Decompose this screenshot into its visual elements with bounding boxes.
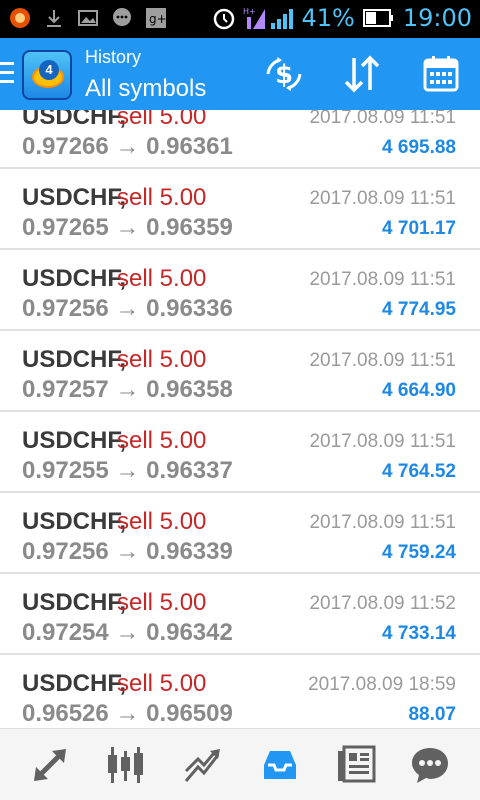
- exchange-icon[interactable]: $: [260, 52, 308, 96]
- trade-symbol: USDCHF,: [22, 508, 127, 535]
- svg-text:H+: H+: [243, 7, 256, 16]
- trade-time: 2017.08.09 11:51: [309, 512, 456, 533]
- trade-prices: 0.97256 → 0.96339: [22, 538, 233, 565]
- clock: 19:00: [402, 4, 472, 32]
- trade-prices: 0.97256 → 0.96336: [22, 295, 233, 322]
- signal-icon: H+: [243, 6, 294, 30]
- trade-history-list[interactable]: USDCHF, sell 5.00 0.97266 → 0.96361 2017…: [0, 110, 480, 728]
- trade-profit: 4 664.90: [382, 380, 456, 401]
- quotes-icon[interactable]: [28, 743, 72, 787]
- trade-time: 2017.08.09 11:51: [309, 188, 456, 209]
- trade-symbol: USDCHF,: [22, 427, 127, 454]
- app-bar: 4 History All symbols $: [0, 38, 480, 110]
- app-notification-icon: [8, 6, 32, 30]
- trade-row[interactable]: USDCHF, sell 5.00 0.97257 → 0.96358 2017…: [0, 332, 480, 412]
- trade-side: sell 5.00: [117, 346, 207, 373]
- history-icon[interactable]: [258, 743, 302, 787]
- download-icon: [42, 6, 66, 30]
- trade-symbol: USDCHF,: [22, 184, 127, 211]
- trade-profit: 4 733.14: [382, 623, 456, 644]
- alarm-icon: [211, 6, 235, 30]
- battery-percent: 41%: [301, 4, 355, 32]
- trade-profit: 4 764.52: [382, 461, 456, 482]
- trade-profit: 4 774.95: [382, 299, 456, 320]
- trade-side: sell 5.00: [117, 589, 207, 616]
- status-bar: g+ H+ 41% 19:00: [0, 0, 480, 38]
- calendar-icon[interactable]: [417, 52, 465, 96]
- trade-time: 2017.08.09 11:52: [309, 593, 456, 614]
- trade-profit: 4 695.88: [382, 137, 456, 158]
- menu-icon[interactable]: [0, 62, 14, 86]
- chart-icon[interactable]: [104, 743, 148, 787]
- trade-profit: 88.07: [408, 704, 456, 725]
- trade-prices: 0.97265 → 0.96359: [22, 214, 233, 241]
- symbol-filter[interactable]: All symbols: [85, 75, 206, 103]
- sort-icon[interactable]: [338, 52, 386, 96]
- svg-text:g+: g+: [149, 12, 167, 26]
- trade-side: sell 5.00: [117, 184, 207, 211]
- trade-row[interactable]: USDCHF, sell 5.00 0.97256 → 0.96336 2017…: [0, 251, 480, 331]
- trade-symbol: USDCHF,: [22, 110, 127, 130]
- app-logo[interactable]: 4: [22, 50, 72, 100]
- trade-side: sell 5.00: [117, 110, 207, 130]
- trade-side: sell 5.00: [117, 265, 207, 292]
- bottom-navigation: [0, 728, 480, 800]
- page-title: History: [85, 47, 142, 67]
- trade-time: 2017.08.09 11:51: [309, 110, 456, 128]
- trade-time: 2017.08.09 11:51: [309, 269, 456, 290]
- trade-side: sell 5.00: [117, 427, 207, 454]
- google-plus-icon: g+: [144, 6, 168, 30]
- image-icon: [76, 6, 100, 30]
- trade-symbol: USDCHF,: [22, 589, 127, 616]
- trade-profit: 4 701.17: [382, 218, 456, 239]
- trade-prices: 0.97257 → 0.96358: [22, 376, 233, 403]
- trade-prices: 0.97266 → 0.96361: [22, 133, 233, 160]
- trade-time: 2017.08.09 11:51: [309, 431, 456, 452]
- trade-symbol: USDCHF,: [22, 670, 127, 697]
- trade-row[interactable]: USDCHF, sell 5.00 0.97256 → 0.96339 2017…: [0, 494, 480, 574]
- trade-row[interactable]: USDCHF, sell 5.00 0.96526 → 0.96509 2017…: [0, 656, 480, 728]
- trade-prices: 0.97254 → 0.96342: [22, 619, 233, 646]
- trade-row[interactable]: USDCHF, sell 5.00 0.97255 → 0.96337 2017…: [0, 413, 480, 493]
- battery-icon: [362, 6, 395, 30]
- chat-icon[interactable]: [408, 743, 452, 787]
- trade-time: 2017.08.09 18:59: [308, 674, 456, 695]
- trade-symbol: USDCHF,: [22, 346, 127, 373]
- trade-profit: 4 759.24: [382, 542, 456, 563]
- trade-icon[interactable]: [182, 743, 226, 787]
- trade-side: sell 5.00: [117, 508, 207, 535]
- trade-prices: 0.96526 → 0.96509: [22, 700, 233, 727]
- trade-symbol: USDCHF,: [22, 265, 127, 292]
- trade-row[interactable]: USDCHF, sell 5.00 0.97265 → 0.96359 2017…: [0, 170, 480, 250]
- trade-row[interactable]: USDCHF, sell 5.00 0.97266 → 0.96361 2017…: [0, 110, 480, 169]
- trade-prices: 0.97255 → 0.96337: [22, 457, 233, 484]
- trade-row[interactable]: USDCHF, sell 5.00 0.97254 → 0.96342 2017…: [0, 575, 480, 655]
- message-icon: [110, 6, 134, 30]
- trade-side: sell 5.00: [117, 670, 207, 697]
- news-icon[interactable]: [334, 743, 378, 787]
- trade-time: 2017.08.09 11:51: [309, 350, 456, 371]
